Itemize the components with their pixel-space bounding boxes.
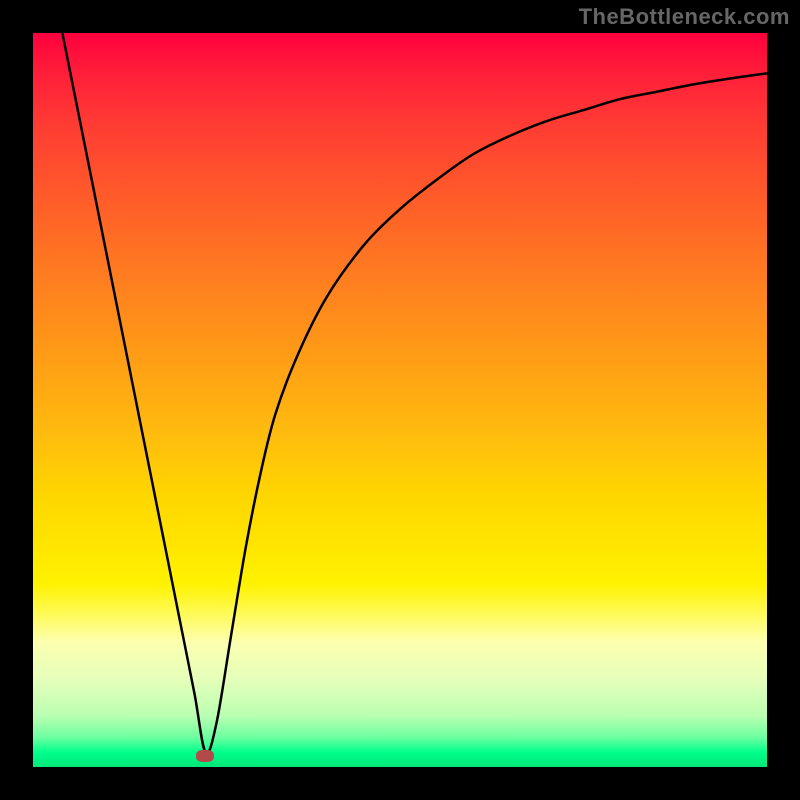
chart-frame: TheBottleneck.com <box>0 0 800 800</box>
minimum-marker <box>196 750 214 762</box>
bottleneck-curve <box>33 33 767 767</box>
watermark-text: TheBottleneck.com <box>579 4 790 30</box>
plot-area <box>33 33 767 767</box>
